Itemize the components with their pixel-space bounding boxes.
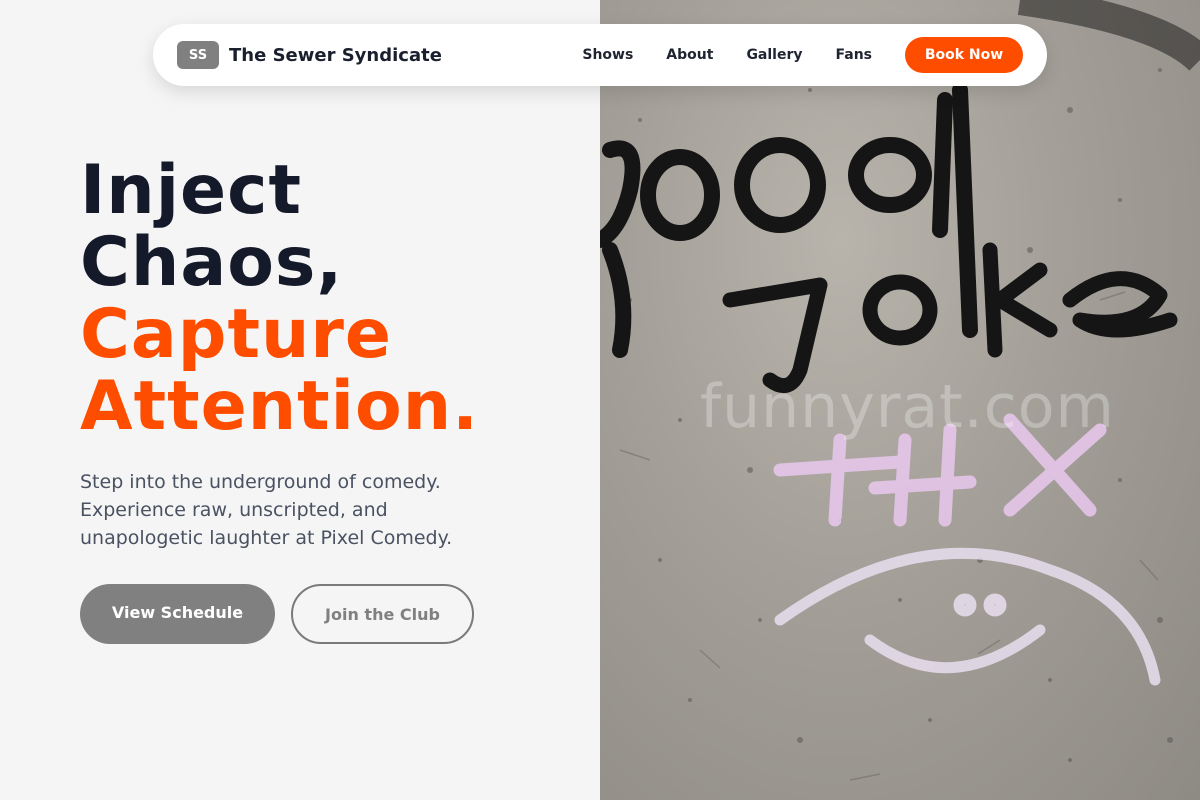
headline-line-4: Attention. [80, 367, 479, 446]
headline-line-3: Capture [80, 295, 393, 374]
nav-link-shows[interactable]: Shows [582, 47, 633, 63]
join-club-button[interactable]: Join the Club [291, 584, 474, 644]
brand-name[interactable]: The Sewer Syndicate [229, 45, 442, 66]
hero-subtext: Step into the underground of comedy. Exp… [80, 471, 453, 549]
hero-headline: Inject Chaos, Capture Attention. [80, 155, 580, 443]
headline-line-1: Inject [80, 151, 302, 230]
hero-photo: funnyrat.com [600, 0, 1200, 800]
view-schedule-button[interactable]: View Schedule [80, 584, 275, 644]
nav-link-gallery[interactable]: Gallery [746, 47, 802, 63]
logo-badge[interactable]: SS [177, 41, 219, 69]
headline-line-2: Chaos, [80, 223, 344, 302]
book-now-button[interactable]: Book Now [905, 37, 1023, 73]
watermark-text: funnyrat.com [700, 372, 1115, 442]
nav-link-about[interactable]: About [666, 47, 713, 63]
landing-page: funnyrat.com SS The Sewer Syndicate Show… [0, 0, 1200, 800]
navbar: SS The Sewer Syndicate Shows About Galle… [153, 24, 1047, 86]
nav-links: Shows About Gallery Fans Book Now [582, 37, 1023, 73]
nav-link-fans[interactable]: Fans [836, 47, 873, 63]
hero-section: Inject Chaos, Capture Attention. [80, 155, 580, 443]
